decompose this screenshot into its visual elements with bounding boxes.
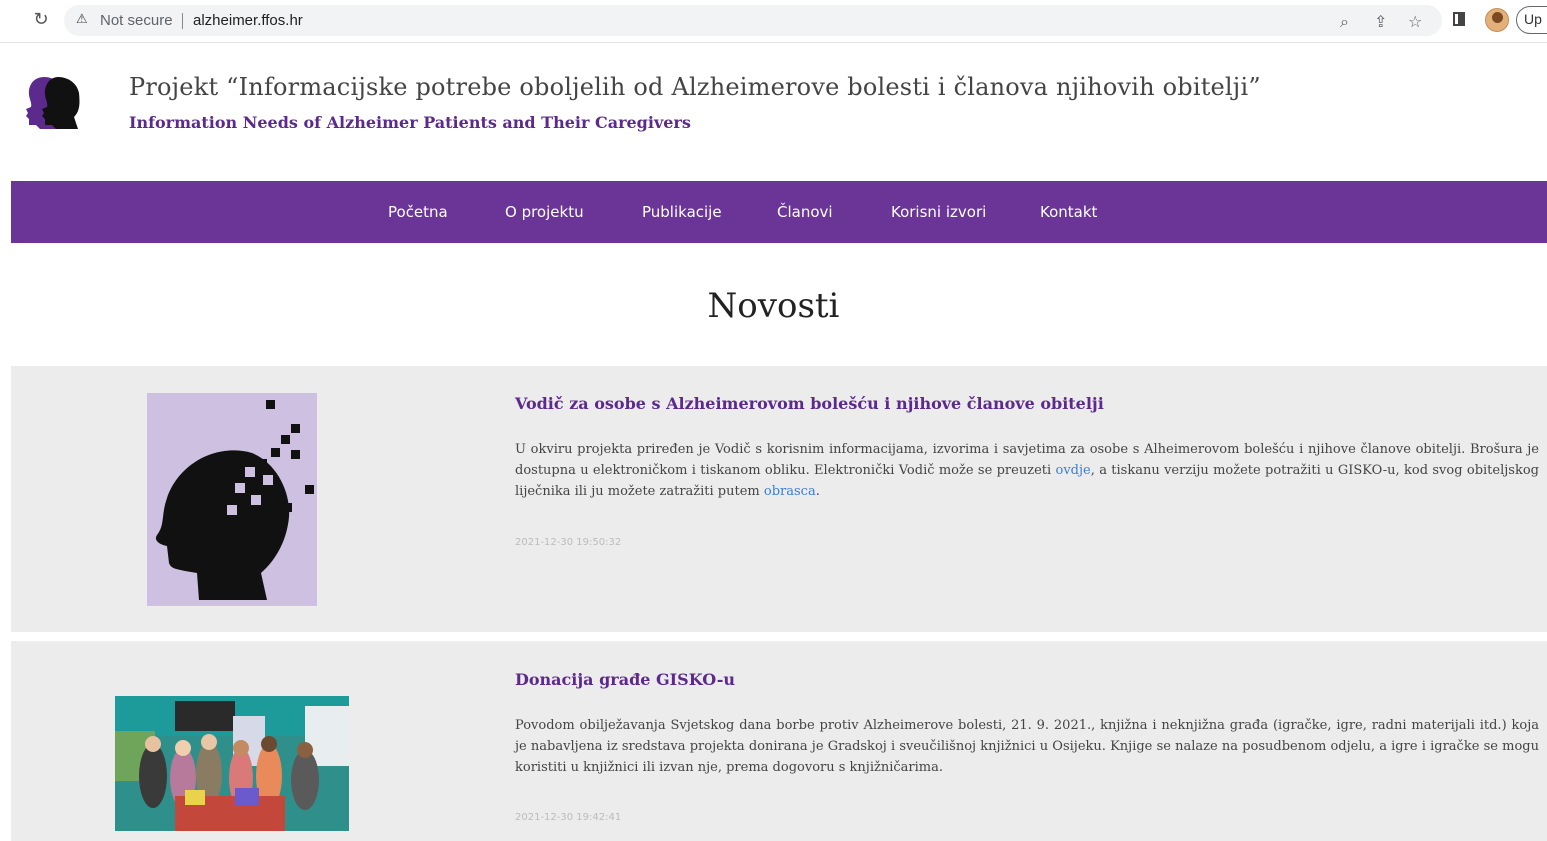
side-panel-icon[interactable] bbox=[1453, 12, 1465, 26]
nav-item-o-projektu[interactable]: O projektu bbox=[505, 181, 584, 243]
security-label[interactable]: Not secure bbox=[100, 12, 173, 29]
address-bar[interactable]: ⚠ Not secure alzheimer.ffos.hr ⌕ ⇪ ☆ bbox=[64, 5, 1442, 36]
form-link[interactable]: obrasca bbox=[764, 484, 816, 499]
news-body: U okviru projekta priređen je Vodič s ko… bbox=[515, 439, 1539, 502]
nav-item-kontakt[interactable]: Kontakt bbox=[1040, 181, 1097, 243]
warning-icon[interactable]: ⚠ bbox=[76, 12, 88, 27]
bookmark-star-icon[interactable]: ☆ bbox=[1408, 13, 1422, 31]
main-nav: Početna O projektu Publikacije Članovi K… bbox=[11, 181, 1547, 243]
site-subtitle: Information Needs of Alzheimer Patients … bbox=[129, 113, 691, 132]
share-icon[interactable]: ⇪ bbox=[1374, 13, 1387, 31]
news-card: Donacija građe GISKO-u Povodom obilježav… bbox=[11, 641, 1547, 841]
news-date: 2021-12-30 19:50:32 bbox=[515, 537, 622, 548]
address-divider bbox=[182, 13, 183, 29]
news-body-text: . bbox=[815, 484, 820, 499]
reload-icon[interactable]: ↻ bbox=[30, 9, 52, 31]
page-title: Novosti bbox=[707, 286, 840, 326]
news-title[interactable]: Donacija građe GISKO-u bbox=[515, 670, 735, 689]
news-body: Povodom obilježavanja Svjetskog dana bor… bbox=[515, 718, 1539, 775]
news-date: 2021-12-30 19:42:41 bbox=[515, 812, 622, 823]
browser-toolbar: ↻ ⚠ Not secure alzheimer.ffos.hr ⌕ ⇪ ☆ U… bbox=[0, 0, 1547, 43]
url-text[interactable]: alzheimer.ffos.hr bbox=[193, 12, 303, 29]
zoom-icon[interactable]: ⌕ bbox=[1340, 13, 1349, 31]
news-title[interactable]: Vodič za osobe s Alzheimerovom bolešću i… bbox=[515, 394, 1104, 413]
site-logo[interactable] bbox=[22, 73, 80, 131]
nav-item-pocetna[interactable]: Početna bbox=[388, 181, 448, 243]
nav-item-clanovi[interactable]: Članovi bbox=[777, 181, 833, 243]
profile-avatar[interactable] bbox=[1485, 8, 1509, 32]
nav-item-korisni-izvori[interactable]: Korisni izvori bbox=[891, 181, 986, 243]
news-card: Vodič za osobe s Alzheimerovom bolešću i… bbox=[11, 366, 1547, 632]
download-link[interactable]: ovdje bbox=[1056, 463, 1091, 478]
brain-head-image[interactable] bbox=[147, 393, 317, 606]
site-title: Projekt “Informacijske potrebe oboljelih… bbox=[129, 73, 1261, 101]
update-button[interactable]: Up bbox=[1516, 6, 1547, 34]
nav-item-publikacije[interactable]: Publikacije bbox=[642, 181, 722, 243]
donation-photo[interactable] bbox=[115, 696, 349, 831]
